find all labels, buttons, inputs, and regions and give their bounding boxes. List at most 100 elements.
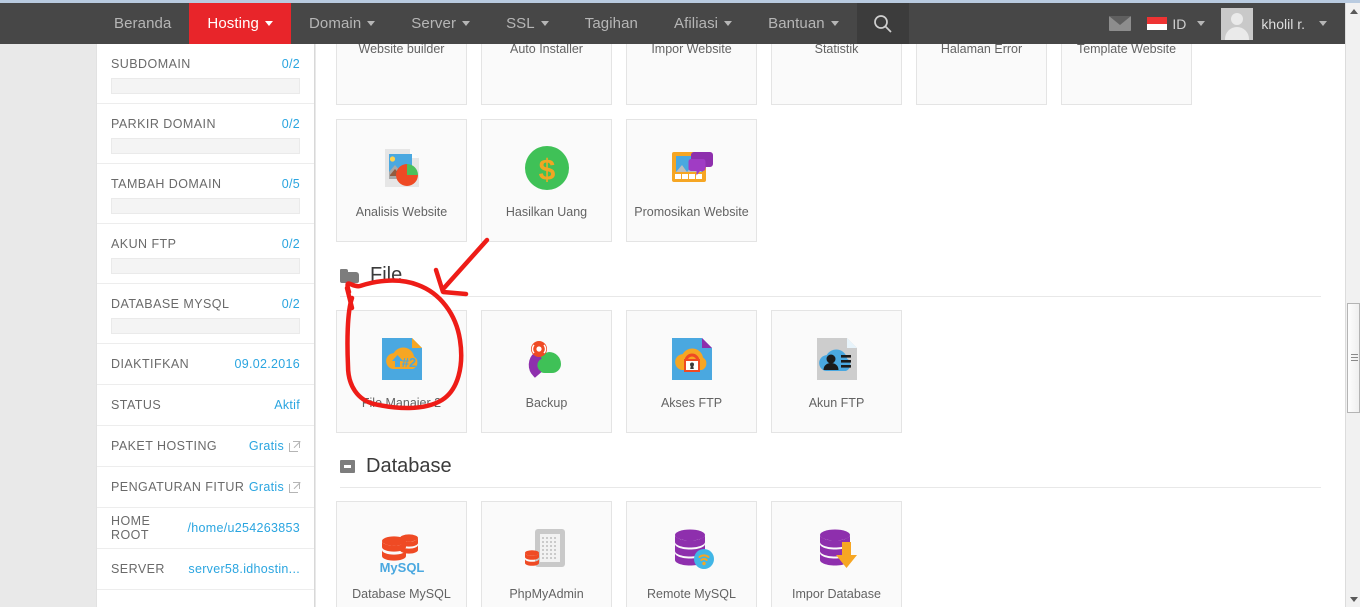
- card-phpmyadmin[interactable]: PhpMyAdmin: [481, 501, 612, 607]
- section-header-database: Database: [340, 455, 1325, 478]
- ftp-account-user-icon: [811, 333, 863, 385]
- nav-right-cluster: ID kholil r.: [1109, 3, 1345, 44]
- sidebar-row-paket-hosting[interactable]: PAKET HOSTING Gratis: [97, 426, 314, 467]
- card-hasilkan-uang[interactable]: $ Hasilkan Uang: [481, 119, 612, 242]
- section-title: Database: [366, 455, 452, 477]
- nav-item-afiliasi[interactable]: Afiliasi: [656, 3, 750, 44]
- row-label: DIAKTIFKAN: [111, 357, 190, 371]
- language-label: ID: [1172, 15, 1187, 32]
- external-link-icon: [289, 481, 300, 493]
- nav-item-tagihan[interactable]: Tagihan: [567, 3, 656, 44]
- section-divider: [340, 296, 1321, 297]
- card-label: Template Website: [1076, 44, 1177, 56]
- ftp-access-lock-icon: [666, 333, 718, 385]
- section-title: File: [370, 264, 403, 286]
- meter-bar: [111, 318, 300, 334]
- row-label: STATUS: [111, 398, 162, 412]
- card-impor-website[interactable]: Impor Website: [626, 44, 757, 105]
- card-remote-mysql[interactable]: Remote MySQL: [626, 501, 757, 607]
- row-value: /home/u254263853: [187, 521, 300, 535]
- card-label: Analisis Website: [355, 205, 448, 219]
- chevron-down-icon: [367, 21, 376, 26]
- card-label: Website builder: [358, 44, 445, 56]
- card-file-manajer-2[interactable]: #2 File Manajer 2: [336, 310, 467, 433]
- meter-label: DATABASE MYSQL: [111, 297, 230, 311]
- svg-text:#2: #2: [401, 355, 415, 370]
- search-icon: [873, 14, 892, 33]
- card-label: Halaman Error: [940, 44, 1023, 56]
- meter-label: PARKIR DOMAIN: [111, 117, 216, 131]
- scroll-thumb[interactable]: [1347, 303, 1360, 413]
- card-promosikan-website[interactable]: Promosikan Website: [626, 119, 757, 242]
- hasilkan-uang-icon: $: [521, 142, 573, 194]
- nav-item-hosting[interactable]: Hosting: [189, 3, 291, 51]
- row-value: Gratis: [248, 439, 284, 453]
- user-name: kholil r.: [1261, 15, 1305, 32]
- card-akses-ftp[interactable]: Akses FTP: [626, 310, 757, 433]
- meter-label: TAMBAH DOMAIN: [111, 177, 222, 191]
- import-database-icon: [811, 524, 863, 576]
- chevron-down-icon: [264, 21, 273, 26]
- external-link-icon: [289, 440, 300, 452]
- language-selector[interactable]: ID: [1147, 15, 1206, 32]
- scroll-down-button[interactable]: [1346, 591, 1360, 607]
- card-backup[interactable]: Backup: [481, 310, 612, 433]
- nav-label: Server: [411, 15, 457, 32]
- main-content: Website builder Auto Installer Impor Web…: [316, 44, 1345, 607]
- nav-label: Domain: [308, 15, 362, 32]
- card-auto-installer[interactable]: Auto Installer: [481, 44, 612, 105]
- database-icon: [340, 460, 355, 473]
- card-template-website[interactable]: Template Website: [1061, 44, 1192, 105]
- card-website-builder[interactable]: Website builder: [336, 44, 467, 105]
- card-label: Remote MySQL: [647, 587, 736, 601]
- row-label: HOME ROOT: [111, 514, 151, 542]
- nav-items: Beranda Hosting Domain Server SSL Tagiha…: [96, 3, 909, 51]
- sidebar-meter-akun-ftp: AKUN FTP 0/2: [97, 224, 314, 284]
- mail-icon[interactable]: [1109, 16, 1132, 31]
- scroll-down-arrow-icon: [1349, 596, 1358, 602]
- chevron-down-icon: [540, 21, 549, 26]
- card-label: Auto Installer: [510, 44, 583, 56]
- card-halaman-error[interactable]: Halaman Error: [916, 44, 1047, 105]
- sidebar-meter-database-mysql: DATABASE MYSQL 0/2: [97, 284, 314, 344]
- svg-text:MySQL: MySQL: [379, 560, 424, 575]
- card-akun-ftp[interactable]: Akun FTP: [771, 310, 902, 433]
- meter-bar: [111, 78, 300, 94]
- chevron-down-icon: [1197, 21, 1206, 26]
- card-label: Promosikan Website: [634, 205, 749, 219]
- flag-id-icon: [1147, 17, 1168, 30]
- card-statistik[interactable]: Statistik: [771, 44, 902, 105]
- nav-item-beranda[interactable]: Beranda: [96, 3, 189, 44]
- card-impor-database[interactable]: Impor Database: [771, 501, 902, 607]
- nav-item-ssl[interactable]: SSL: [488, 3, 567, 44]
- nav-label: Tagihan: [584, 15, 638, 32]
- card-analisis-website[interactable]: Analisis Website: [336, 119, 467, 242]
- meter-bar: [111, 198, 300, 214]
- nav-item-domain[interactable]: Domain: [291, 3, 393, 44]
- vertical-scrollbar[interactable]: [1345, 3, 1360, 607]
- sidebar-row-server: SERVER server58.idhostin...: [97, 549, 314, 590]
- scroll-grip-icon: [1351, 354, 1358, 361]
- card-label: Akses FTP: [660, 396, 723, 410]
- promosikan-website-icon: [666, 142, 718, 194]
- nav-item-bantuan[interactable]: Bantuan: [750, 3, 857, 44]
- card-database-mysql[interactable]: MySQL Database MySQL: [336, 501, 467, 607]
- meter-value: 0/2: [281, 297, 300, 311]
- card-label: Hasilkan Uang: [505, 205, 588, 219]
- card-label: Impor Website: [651, 44, 732, 56]
- remote-mysql-icon: [666, 524, 718, 576]
- user-menu[interactable]: kholil r.: [1221, 7, 1327, 40]
- row-label: PAKET HOSTING: [111, 439, 218, 453]
- nav-item-server[interactable]: Server: [393, 3, 488, 44]
- section-divider: [340, 487, 1321, 488]
- row-value: server58.idhostin...: [188, 562, 300, 576]
- file-manager-cloud-icon: #2: [376, 333, 428, 385]
- sidebar-meter-tambah-domain: TAMBAH DOMAIN 0/5: [97, 164, 314, 224]
- chevron-down-icon: [1319, 21, 1327, 26]
- scroll-up-button[interactable]: [1346, 3, 1360, 19]
- sidebar-row-pengaturan-fitur[interactable]: PENGATURAN FITUR Gratis: [97, 467, 314, 508]
- search-button[interactable]: [856, 3, 909, 44]
- meter-label: SUBDOMAIN: [111, 57, 191, 71]
- card-label: Akun FTP: [808, 396, 865, 410]
- folder-icon: [340, 268, 359, 283]
